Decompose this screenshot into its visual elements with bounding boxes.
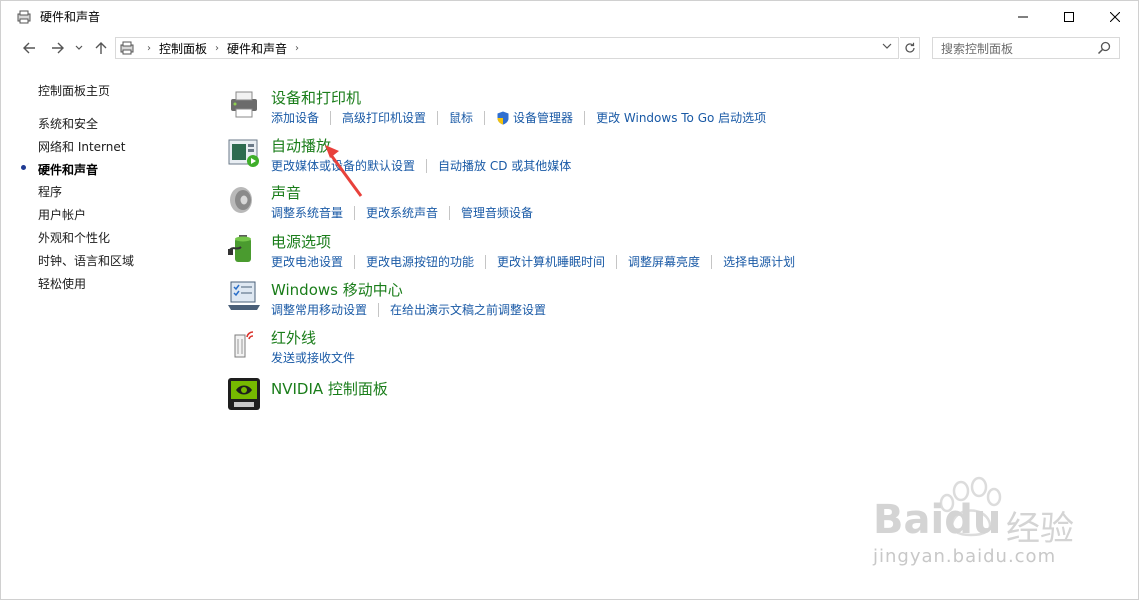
close-button[interactable] — [1092, 1, 1138, 32]
power-plan-link[interactable]: 选择电源计划 — [723, 253, 795, 270]
chevron-down-icon — [882, 43, 892, 49]
sidebar-item-programs[interactable]: 程序 — [38, 183, 62, 200]
link-divider — [378, 302, 380, 317]
printer-icon — [231, 91, 257, 118]
search-icon[interactable] — [1097, 41, 1111, 55]
send-receive-files-link[interactable]: 发送或接收文件 — [271, 349, 355, 366]
control-panel-icon — [17, 10, 31, 23]
up-button[interactable] — [91, 38, 111, 58]
change-system-sounds-link[interactable]: 更改系统声音 — [366, 204, 438, 221]
category-links: 调整常用移动设置 在给出演示文稿之前调整设置 — [271, 301, 546, 318]
link-divider — [330, 110, 332, 125]
maximize-button[interactable] — [1046, 1, 1092, 32]
infrared-icon — [234, 331, 254, 358]
breadcrumb-separator-icon[interactable]: › — [147, 43, 151, 54]
breadcrumb-control-panel[interactable]: 控制面板 — [159, 40, 207, 57]
back-button[interactable] — [19, 38, 39, 58]
category-links: 发送或接收文件 — [271, 349, 355, 366]
sidebar-item-ease-of-access[interactable]: 轻松使用 — [38, 275, 86, 292]
minimize-button[interactable] — [1000, 1, 1046, 32]
uac-shield-icon — [497, 111, 509, 124]
manage-audio-devices-link[interactable]: 管理音频设备 — [461, 204, 533, 221]
speaker-icon — [230, 187, 252, 213]
breadcrumb-separator-icon[interactable]: › — [215, 43, 219, 54]
close-icon — [1110, 11, 1120, 22]
mouse-link[interactable]: 鼠标 — [449, 109, 473, 126]
refresh-button[interactable] — [900, 37, 920, 59]
link-divider — [584, 110, 586, 125]
watermark-brand-cn: 经验 — [1006, 509, 1074, 549]
adjust-volume-link[interactable]: 调整系统音量 — [271, 204, 343, 221]
link-divider — [437, 110, 439, 125]
breadcrumb-hardware-sound[interactable]: 硬件和声音 — [227, 40, 287, 57]
category-title[interactable]: Windows 移动中心 — [271, 279, 403, 300]
link-divider — [484, 110, 486, 125]
nvidia-icon — [228, 378, 260, 410]
control-panel-icon — [120, 41, 134, 55]
sidebar-item-user-accounts[interactable]: 用户帐户 — [38, 206, 86, 223]
watermark-brand: Baidu — [873, 497, 1002, 543]
advanced-printer-setup-link[interactable]: 高级打印机设置 — [342, 109, 426, 126]
sidebar-item-hardware-sound[interactable]: 硬件和声音 — [38, 161, 98, 178]
battery-icon — [228, 235, 251, 262]
autoplay-icon — [228, 139, 259, 167]
window-title: 硬件和声音 — [40, 10, 101, 24]
maximize-icon — [1064, 11, 1074, 22]
sidebar-item-appearance[interactable]: 外观和个性化 — [38, 229, 110, 246]
sleep-time-link[interactable]: 更改计算机睡眠时间 — [497, 253, 605, 270]
breadcrumb-separator-icon[interactable]: › — [295, 43, 299, 54]
search-placeholder: 搜索控制面板 — [941, 41, 1014, 56]
link-divider — [449, 205, 451, 220]
navigation-bar: › 控制面板 › 硬件和声音 › 搜索控制面板 — [1, 34, 1138, 62]
presentation-settings-link[interactable]: 在给出演示文稿之前调整设置 — [390, 301, 546, 318]
category-title[interactable]: 电源选项 — [271, 231, 331, 252]
address-bar[interactable]: › 控制面板 › 硬件和声音 › — [115, 37, 899, 59]
title-bar: 硬件和声音 — [1, 1, 1138, 32]
minimize-icon — [1018, 16, 1028, 17]
up-arrow-icon — [95, 42, 107, 54]
forward-arrow-icon — [52, 42, 64, 54]
search-input[interactable]: 搜索控制面板 — [932, 37, 1120, 59]
category-links: 更改电池设置 更改电源按钮的功能 更改计算机睡眠时间 调整屏幕亮度 选择电源计划 — [271, 253, 795, 270]
add-device-link[interactable]: 添加设备 — [271, 109, 319, 126]
chevron-down-icon — [75, 45, 83, 50]
autoplay-cd-link[interactable]: 自动播放 CD 或其他媒体 — [438, 157, 571, 174]
category-title[interactable]: NVIDIA 控制面板 — [271, 378, 388, 399]
category-links: 更改媒体或设备的默认设置 自动播放 CD 或其他媒体 — [271, 157, 571, 174]
link-divider — [616, 254, 618, 269]
link-divider — [711, 254, 713, 269]
back-arrow-icon — [23, 42, 35, 54]
category-title[interactable]: 声音 — [271, 182, 301, 203]
screen-brightness-link[interactable]: 调整屏幕亮度 — [628, 253, 700, 270]
mobility-settings-link[interactable]: 调整常用移动设置 — [271, 301, 367, 318]
device-manager-link[interactable]: 设备管理器 — [513, 109, 573, 126]
link-divider — [354, 254, 356, 269]
window-controls — [1000, 1, 1138, 32]
sidebar-item-network[interactable]: 网络和 Internet — [38, 138, 125, 155]
recent-pages-button[interactable] — [72, 38, 86, 58]
battery-settings-link[interactable]: 更改电池设置 — [271, 253, 343, 270]
category-title[interactable]: 红外线 — [271, 327, 316, 348]
category-links: 添加设备 高级打印机设置 鼠标 设备管理器 更改 Windows To Go 启… — [271, 109, 766, 126]
category-links: 调整系统音量 更改系统声音 管理音频设备 — [271, 204, 533, 221]
link-divider — [354, 205, 356, 220]
link-divider — [485, 254, 487, 269]
forward-button[interactable] — [48, 38, 68, 58]
sidebar-item-system-security[interactable]: 系统和安全 — [38, 115, 98, 132]
power-button-link[interactable]: 更改电源按钮的功能 — [366, 253, 474, 270]
category-title[interactable]: 设备和打印机 — [271, 87, 361, 108]
control-panel-window: 硬件和声音 › 控制面板 › 硬件和声音 › 搜索控制面板 控制面板主页 系统和… — [0, 0, 1139, 600]
address-dropdown-button[interactable] — [882, 41, 892, 54]
sidebar-item-clock-region[interactable]: 时钟、语言和区域 — [38, 252, 134, 269]
annotation-arrow-icon — [325, 145, 363, 197]
current-item-bullet-icon — [21, 165, 26, 170]
watermark-url: jingyan.baidu.com — [873, 546, 1057, 567]
sidebar-item-home[interactable]: 控制面板主页 — [38, 82, 110, 99]
link-divider — [426, 158, 428, 173]
mobility-center-icon — [228, 281, 260, 310]
windows-to-go-link[interactable]: 更改 Windows To Go 启动选项 — [596, 109, 766, 126]
refresh-icon — [904, 42, 915, 53]
